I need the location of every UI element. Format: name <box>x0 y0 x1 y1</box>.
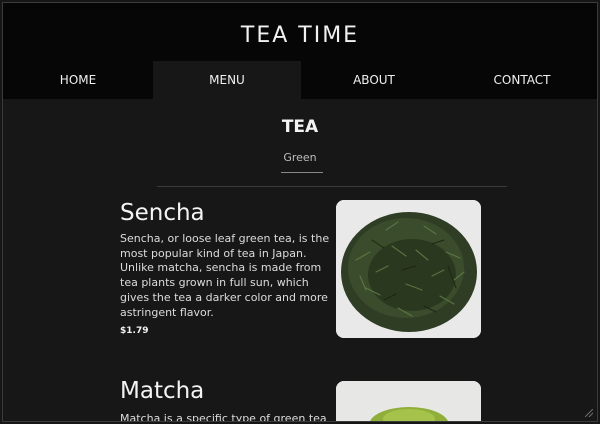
item-name-matcha: Matcha <box>120 378 205 404</box>
nav-menu[interactable]: MENU <box>153 61 301 99</box>
resize-handle-icon[interactable] <box>585 409 593 417</box>
section-divider <box>157 186 507 187</box>
subtitle-underline <box>281 172 323 173</box>
sencha-photo <box>336 200 481 338</box>
nav-contact[interactable]: CONTACT <box>447 61 597 99</box>
item-price-sencha: $1.79 <box>120 326 149 336</box>
nav-home[interactable]: HOME <box>3 61 153 99</box>
browser-viewport: TEA TIME HOME MENU ABOUT CONTACT TEA Gre… <box>2 2 598 422</box>
matcha-photo <box>336 381 481 421</box>
nav-about[interactable]: ABOUT <box>301 61 447 99</box>
sencha-leaf-icon <box>336 200 481 338</box>
main-nav: HOME MENU ABOUT CONTACT <box>3 61 597 99</box>
site-header: TEA TIME HOME MENU ABOUT CONTACT <box>3 3 597 99</box>
site-title[interactable]: TEA TIME <box>3 23 597 48</box>
item-name-sencha: Sencha <box>120 200 205 226</box>
section-subtitle: Green <box>283 151 317 164</box>
item-description-matcha: Matcha is a specific type of green tea <box>120 412 327 422</box>
section-title: TEA <box>281 117 319 137</box>
matcha-powder-icon <box>336 381 481 421</box>
item-description-sencha: Sencha, or loose leaf green tea, is the … <box>120 232 330 319</box>
